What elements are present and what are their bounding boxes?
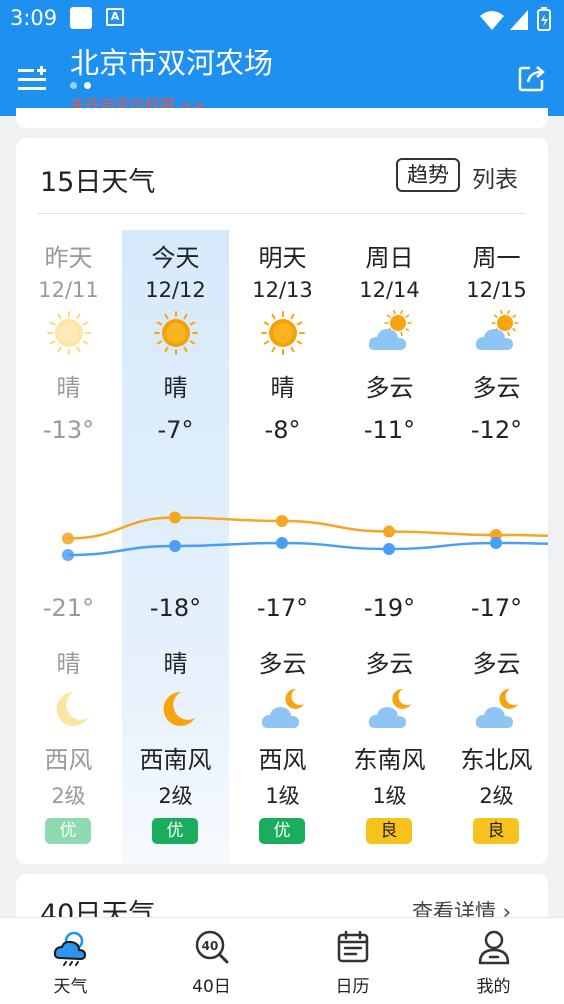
status-bar: 3:09 A	[0, 0, 564, 38]
trend-toggle-button[interactable]: 趋势	[396, 158, 460, 192]
notification-icon	[70, 7, 92, 29]
night-condition: 晴	[56, 650, 81, 678]
aqi-badge: 良	[473, 818, 519, 844]
city-title[interactable]: 北京市双河农场	[70, 40, 273, 82]
wind-direction: 西风	[44, 746, 93, 774]
wind-direction: 东北风	[460, 746, 533, 774]
day-condition: 晴	[163, 374, 188, 402]
page-dot-active	[84, 82, 91, 89]
day-name: 周日	[365, 244, 414, 272]
day-condition: 晴	[56, 374, 81, 402]
aqi-badge: 优	[45, 818, 91, 844]
nav-tab-calendar[interactable]: 日历	[282, 918, 423, 1004]
wind-level: 2级	[158, 784, 193, 808]
sun-icon	[47, 311, 91, 355]
day-date: 12/13	[252, 278, 313, 302]
weather-cloud-icon	[53, 931, 87, 966]
nav-label-weather: 天气	[53, 977, 88, 997]
day-date: 12/12	[145, 278, 206, 302]
cloudy-night-icon	[475, 688, 518, 728]
nav-tab-40-day[interactable]: 40 40日	[141, 918, 282, 1004]
svg-text:40: 40	[202, 939, 219, 953]
low-temp: -21°	[42, 594, 95, 622]
low-temp-point	[490, 537, 502, 549]
moon-icon	[163, 691, 195, 726]
profile-icon	[478, 930, 510, 965]
forecast-15-day-card: 15日天气 趋势 列表 昨天 12/11 晴 -13° -21° 晴西风 2级优 今天 12/1…	[16, 138, 548, 864]
low-temp-point	[169, 540, 181, 552]
low-temp: -19°	[363, 594, 416, 622]
day-date: 12/14	[359, 278, 420, 302]
cloudy-night-icon	[261, 688, 304, 728]
low-temp: -17°	[256, 594, 309, 622]
moon-icon	[56, 691, 88, 726]
keyboard-a-icon: A	[106, 8, 124, 26]
high-temp-line	[67, 516, 548, 540]
nav-label-40-day: 40日	[192, 977, 231, 997]
aqi-badge: 良	[366, 818, 412, 844]
low-temp-point	[62, 549, 74, 561]
high-temp: -13°	[42, 416, 95, 444]
day-name: 周一	[472, 244, 521, 272]
nav-label-calendar: 日历	[335, 977, 370, 997]
temperature-trend-chart	[62, 511, 548, 561]
share-icon[interactable]	[516, 62, 548, 94]
high-temp-point	[169, 511, 181, 524]
previous-card-edge	[16, 108, 548, 128]
low-temp: -18°	[149, 594, 202, 622]
wind-direction: 西风	[258, 746, 307, 774]
low-temp-line	[67, 541, 548, 557]
partly-cloudy-icon	[368, 310, 412, 350]
day-condition: 晴	[270, 374, 295, 402]
aqi-badge: 优	[152, 818, 198, 844]
low-temp-point	[383, 543, 395, 555]
night-condition: 多云	[472, 650, 521, 678]
wind-level: 2级	[51, 784, 86, 808]
night-condition: 多云	[365, 650, 414, 678]
wind-level: 2级	[479, 784, 514, 808]
forty-day-search-icon: 40	[195, 930, 229, 964]
sun-icon	[154, 311, 198, 355]
high-temp-point	[276, 515, 288, 527]
status-time: 3:09	[10, 6, 58, 30]
divider	[38, 213, 526, 214]
day-date: 12/11	[38, 278, 99, 302]
day-condition: 多云	[472, 374, 521, 402]
wind-direction: 西南风	[139, 746, 212, 774]
nav-tab-weather[interactable]: 天气	[0, 918, 141, 1004]
sun-icon	[261, 311, 305, 355]
nav-tab-profile[interactable]: 我的	[423, 918, 564, 1004]
wind-level: 1级	[372, 784, 407, 808]
cloudy-night-icon	[368, 688, 411, 728]
day-name: 明天	[258, 244, 307, 272]
day-name: 昨天	[44, 244, 93, 272]
forecast-15-title: 15日天气	[40, 167, 156, 198]
high-temp-point	[383, 525, 395, 538]
partly-cloudy-icon	[475, 310, 519, 350]
nav-label-profile: 我的	[476, 977, 511, 997]
high-temp: -7°	[157, 416, 194, 444]
page-dot	[70, 82, 77, 89]
day-name: 今天	[151, 244, 200, 272]
wind-direction: 东南风	[353, 746, 426, 774]
bottom-navigation: 天气 40 40日 日历 我的	[0, 917, 564, 1004]
day-date: 12/15	[466, 278, 527, 302]
signal-battery-icons	[480, 7, 551, 31]
day-condition: 多云	[365, 374, 414, 402]
high-temp-point	[62, 532, 74, 545]
high-temp: -11°	[363, 416, 416, 444]
page-indicator	[70, 82, 100, 92]
night-condition: 晴	[163, 650, 188, 678]
menu-plus-icon[interactable]	[16, 60, 48, 92]
aqi-badge: 优	[259, 818, 305, 844]
high-temp: -12°	[470, 416, 523, 444]
list-toggle-button[interactable]: 列表	[472, 160, 518, 194]
night-condition: 多云	[258, 650, 307, 678]
high-temp: -8°	[264, 416, 301, 444]
low-temp: -17°	[470, 594, 523, 622]
calendar-icon	[337, 930, 369, 963]
low-temp-point	[276, 537, 288, 549]
app-header: 3:09 A 北京市双河农场 未开启定位权限 >>	[0, 0, 564, 116]
wind-level: 1级	[265, 784, 300, 808]
